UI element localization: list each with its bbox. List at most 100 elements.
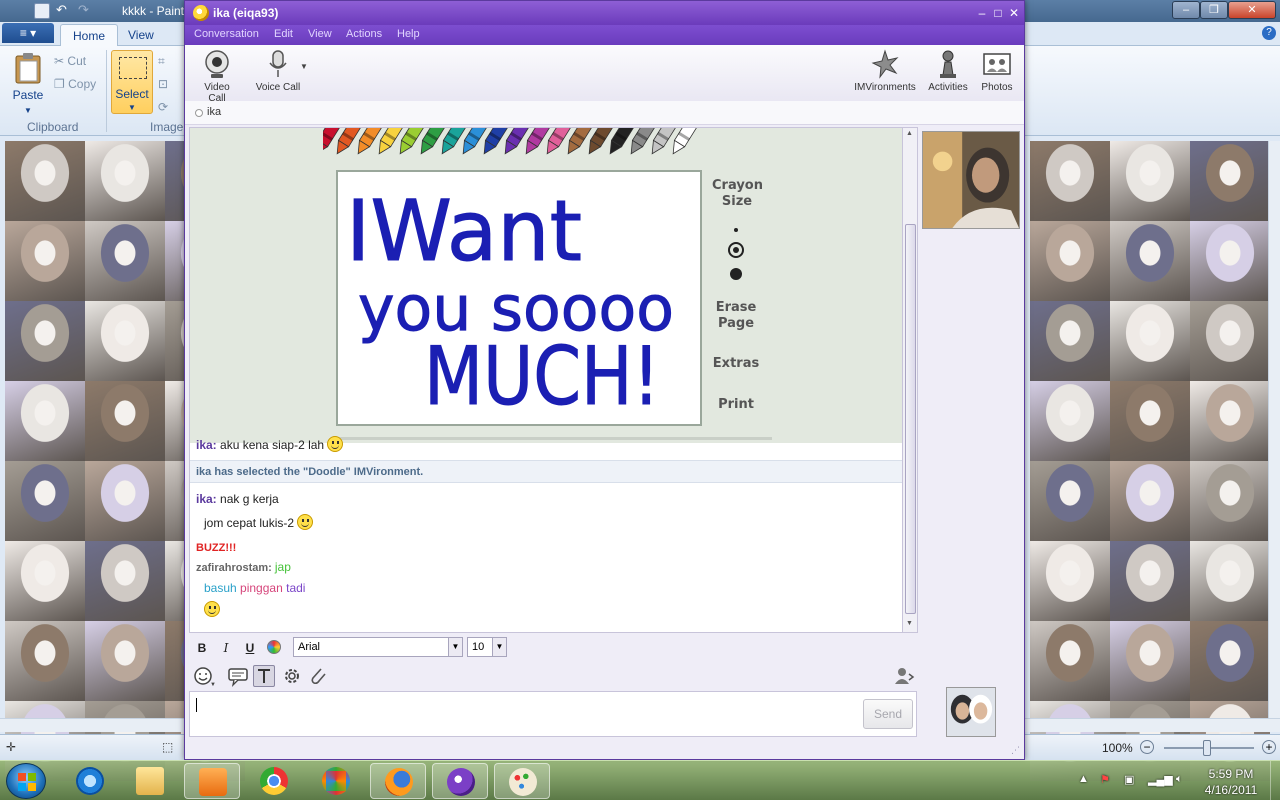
crayon-size-line-2: Size (721, 194, 753, 209)
maximize-button[interactable]: □ (991, 6, 1005, 20)
taskbar-internet-explorer[interactable] (62, 763, 118, 799)
scrollbar-thumb[interactable] (905, 224, 916, 614)
signal-icon[interactable]: ▂▄▆ (1148, 773, 1173, 787)
show-desktop-button[interactable] (1270, 761, 1280, 800)
crayon-size-small[interactable] (734, 228, 738, 232)
taskbar-media-player[interactable] (184, 763, 240, 799)
volume-icon[interactable]: 🔈︎ (1176, 773, 1190, 787)
system-message: ika has selected the "Doodle" IMVironmen… (196, 466, 424, 478)
underline-button[interactable]: U (241, 639, 259, 657)
zoom-out-button[interactable]: − (1140, 740, 1154, 754)
zoom-slider-thumb[interactable] (1203, 740, 1211, 756)
menu-actions[interactable]: Actions (346, 28, 382, 40)
crayon-size-medium-selected[interactable] (728, 242, 744, 258)
network-error-icon[interactable]: ⚑ (1100, 773, 1114, 787)
voice-call-button[interactable]: Voice Call (255, 49, 301, 93)
crayon-color[interactable] (668, 128, 707, 157)
group-divider (106, 50, 107, 132)
close-button[interactable]: ✕ (1007, 6, 1021, 20)
bold-button[interactable]: B (193, 639, 211, 657)
microphone-icon (269, 50, 287, 77)
cut-button[interactable]: ✂ Cut (54, 54, 86, 68)
copy-button[interactable]: ❐ Copy (54, 77, 96, 91)
emoticons-button[interactable]: ▼ (193, 665, 216, 688)
chevron-down-icon: ▼ (128, 103, 136, 112)
photo-tile (1030, 141, 1110, 221)
video-call-button[interactable]: Video Call (195, 49, 239, 104)
rotate-icon[interactable]: ⟳ (158, 100, 168, 114)
add-contact-button[interactable] (893, 665, 915, 687)
taskbar-sync-app[interactable] (308, 763, 364, 799)
taskbar-chrome[interactable] (246, 763, 302, 799)
activities-button[interactable]: Activities (925, 49, 971, 93)
minimize-button[interactable]: – (975, 6, 989, 20)
photo-tile (1030, 381, 1110, 461)
maximize-button[interactable]: ❐ (1200, 1, 1228, 19)
erase-page-line-2: Page (717, 316, 755, 331)
crop-icon[interactable]: ⌗ (158, 54, 165, 69)
text-color-button[interactable] (265, 639, 283, 657)
resize-icon[interactable]: ⊡ (158, 77, 168, 91)
paint-menu-button[interactable]: ≡ ▾ (2, 23, 54, 43)
taskbar-file-explorer[interactable] (122, 763, 178, 799)
scissors-icon: ✂ (54, 54, 65, 68)
menu-edit[interactable]: Edit (274, 28, 293, 40)
minimize-button[interactable]: – (1172, 1, 1200, 19)
select-button[interactable]: Select ▼ (111, 50, 153, 114)
photo-tile (1190, 541, 1270, 621)
message-row: BUZZ!!! (196, 540, 236, 554)
message-row: ika: nak g kerja (196, 492, 279, 506)
menu-conversation[interactable]: Conversation (194, 28, 259, 40)
undo-icon[interactable]: ↶ (56, 3, 72, 19)
photo-tile (1030, 301, 1110, 381)
erase-page-button[interactable]: Erase Page (706, 300, 766, 332)
print-button[interactable]: Print (706, 397, 766, 413)
tab-view[interactable]: View (116, 24, 166, 46)
crayon-size-large[interactable] (730, 268, 742, 280)
paste-button[interactable]: Paste ▼ (8, 52, 48, 116)
crayon-palette[interactable] (323, 128, 723, 168)
font-family-select[interactable]: Arial ▼ (293, 637, 463, 657)
scroll-down-icon[interactable]: ▼ (906, 620, 913, 627)
settings-button[interactable] (281, 665, 303, 687)
font-size-select[interactable]: 10 ▼ (467, 637, 507, 657)
action-center-icon[interactable]: ▣ (1124, 773, 1138, 787)
audibles-button[interactable] (227, 665, 249, 687)
photo-collage-left (5, 141, 245, 781)
taskbar-firefox[interactable] (370, 763, 426, 799)
chevron-down-icon[interactable]: ▼ (300, 62, 308, 71)
message-word: basuh (204, 581, 237, 595)
contact-avatar[interactable] (922, 131, 1020, 229)
extras-button[interactable]: Extras (706, 356, 766, 372)
italic-button[interactable]: I (217, 639, 235, 657)
photos-button[interactable]: Photos (977, 49, 1017, 93)
send-button[interactable]: Send (863, 699, 913, 729)
start-button[interactable] (6, 763, 46, 799)
messenger-titlebar[interactable]: ika (eiqa93) – □ ✕ (185, 1, 1024, 25)
conversation-scrollbar[interactable]: ▲ ▼ (902, 127, 918, 633)
help-icon[interactable]: ? (1262, 26, 1276, 40)
scroll-up-icon[interactable]: ▲ (906, 130, 913, 137)
imvironments-button[interactable]: IMVironments (853, 49, 917, 93)
taskbar-paint[interactable] (494, 763, 550, 799)
show-hidden-icons[interactable]: ▲ (1078, 773, 1092, 787)
doodle-canvas[interactable]: IWant you soooo MUCH! (336, 170, 702, 426)
paint-vertical-scrollbar[interactable] (1268, 141, 1280, 718)
close-button[interactable]: ✕ (1228, 1, 1276, 19)
tab-home[interactable]: Home (60, 24, 119, 46)
save-icon[interactable] (34, 3, 50, 19)
zoom-in-button[interactable]: + (1262, 740, 1276, 754)
text-format-toggle[interactable] (253, 665, 275, 687)
select-label: Select (115, 87, 149, 101)
redo-icon[interactable]: ↷ (78, 3, 94, 19)
menu-view[interactable]: View (308, 28, 332, 40)
chrome-icon (260, 767, 288, 795)
menu-help[interactable]: Help (397, 28, 420, 40)
photo-tile (85, 541, 165, 621)
system-clock[interactable]: 5:59 PM 4/16/2011 (1196, 766, 1266, 798)
resize-grip-icon[interactable]: ⋰ (1011, 745, 1020, 756)
taskbar-yahoo-messenger[interactable] (432, 763, 488, 799)
my-avatar[interactable] (946, 687, 996, 737)
attach-file-button[interactable] (307, 665, 329, 687)
message-input[interactable] (189, 691, 917, 737)
